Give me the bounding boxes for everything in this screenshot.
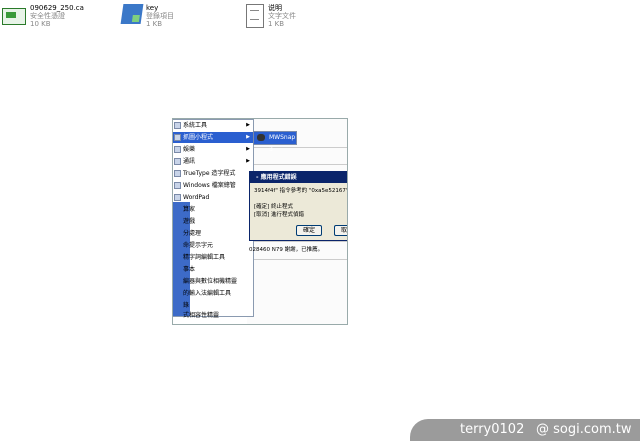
menu-item[interactable]: 編器與數位相機精靈: [173, 276, 253, 287]
error-dialog: - 應用程式錯誤 3914f4f" 指令參考的 "0xa5e52167" 記 […: [249, 171, 348, 241]
camera-icon: [257, 134, 265, 141]
programs-menu: 系統工具 ▶ 抓圖小程式 ▶ 娛樂 ▶ 通訊 ▶ TrueType 造字程式 Windo…: [173, 119, 254, 319]
folder-icon: [174, 158, 181, 165]
ok-button[interactable]: 確定: [296, 225, 322, 236]
chevron-right-icon: ▶: [246, 158, 250, 164]
menu-item[interactable]: TrueType 造字程式: [173, 168, 253, 179]
menu-item[interactable]: 遊戲: [173, 216, 253, 227]
background-text: 028460 N79 謝謝，已推薦。: [249, 247, 324, 253]
file-size: 1 KB: [146, 20, 163, 28]
menu-item[interactable]: 精字詞編輯工具: [173, 252, 253, 263]
embedded-screenshot: 系統工具 ▶ 抓圖小程式 ▶ 娛樂 ▶ 通訊 ▶ TrueType 造字程式 Windo…: [172, 118, 348, 325]
chevron-right-icon: ▶: [246, 122, 250, 128]
folder-icon: [174, 146, 181, 153]
watermark-user: terry0102: [460, 422, 525, 437]
file-type: 安全性憑證: [30, 12, 65, 20]
file-name: key: [146, 4, 159, 12]
file-certificate[interactable]: 090629_250.ca 安全性憑證 10 KB: [2, 4, 84, 28]
menu-item[interactable]: 命提示字元: [173, 240, 253, 251]
menu-item[interactable]: 式相容性精靈: [173, 310, 253, 321]
file-text[interactable]: 说明 文字文件 1 KB: [246, 4, 296, 28]
menu-item[interactable]: 分處理: [173, 228, 253, 239]
chevron-right-icon: ▶: [246, 146, 250, 152]
chevron-right-icon: ▶: [246, 134, 250, 140]
registry-icon: [120, 4, 144, 24]
file-name: 090629_250.ca: [30, 4, 84, 12]
file-size: 1 KB: [268, 20, 285, 28]
file-type: 文字文件: [268, 12, 296, 20]
divider: [251, 259, 347, 260]
menu-item[interactable]: 娛樂 ▶: [173, 144, 253, 155]
menu-item[interactable]: WordPad: [173, 192, 253, 203]
menu-item-selected[interactable]: 抓圖小程式 ▶: [173, 132, 253, 143]
menu-item[interactable]: Windows 檔案總管: [173, 180, 253, 191]
menu-item[interactable]: 的輸入法編輯工具: [173, 288, 253, 299]
file-name: 说明: [268, 4, 282, 12]
wordpad-icon: [174, 194, 181, 201]
menu-item[interactable]: 事本: [173, 264, 253, 275]
submenu-item-mwsnap[interactable]: MWSnap 3: [253, 131, 297, 153]
divider: [251, 164, 347, 165]
watermark-site: @ sogi.com.tw: [536, 422, 632, 437]
dialog-option-ok: [確定] 終止程式: [254, 204, 294, 210]
folder-icon: [174, 122, 181, 129]
file-registry[interactable]: key 登錄項目 1 KB: [120, 4, 174, 28]
dialog-option-cancel: [取消] 進行程式偵錯: [254, 212, 305, 218]
menu-item[interactable]: 通訊 ▶: [173, 156, 253, 167]
certificate-icon: [2, 8, 26, 25]
divider: [251, 241, 347, 242]
explorer-icon: [174, 182, 181, 189]
dialog-message: 3914f4f" 指令參考的 "0xa5e52167" 記: [254, 188, 348, 194]
menu-item[interactable]: 算家: [173, 204, 253, 215]
dialog-title: - 應用程式錯誤: [250, 172, 347, 183]
cancel-button[interactable]: 取消: [334, 225, 347, 236]
menu-item[interactable]: 系統工具 ▶: [173, 120, 253, 131]
divider: [251, 147, 347, 148]
folder-icon: [174, 134, 181, 141]
file-type: 登錄項目: [146, 12, 174, 20]
text-file-icon: [246, 4, 264, 28]
file-size: 10 KB: [30, 20, 51, 28]
watermark: terry0102 @ sogi.com.tw: [410, 419, 640, 441]
font-icon: [174, 170, 181, 177]
